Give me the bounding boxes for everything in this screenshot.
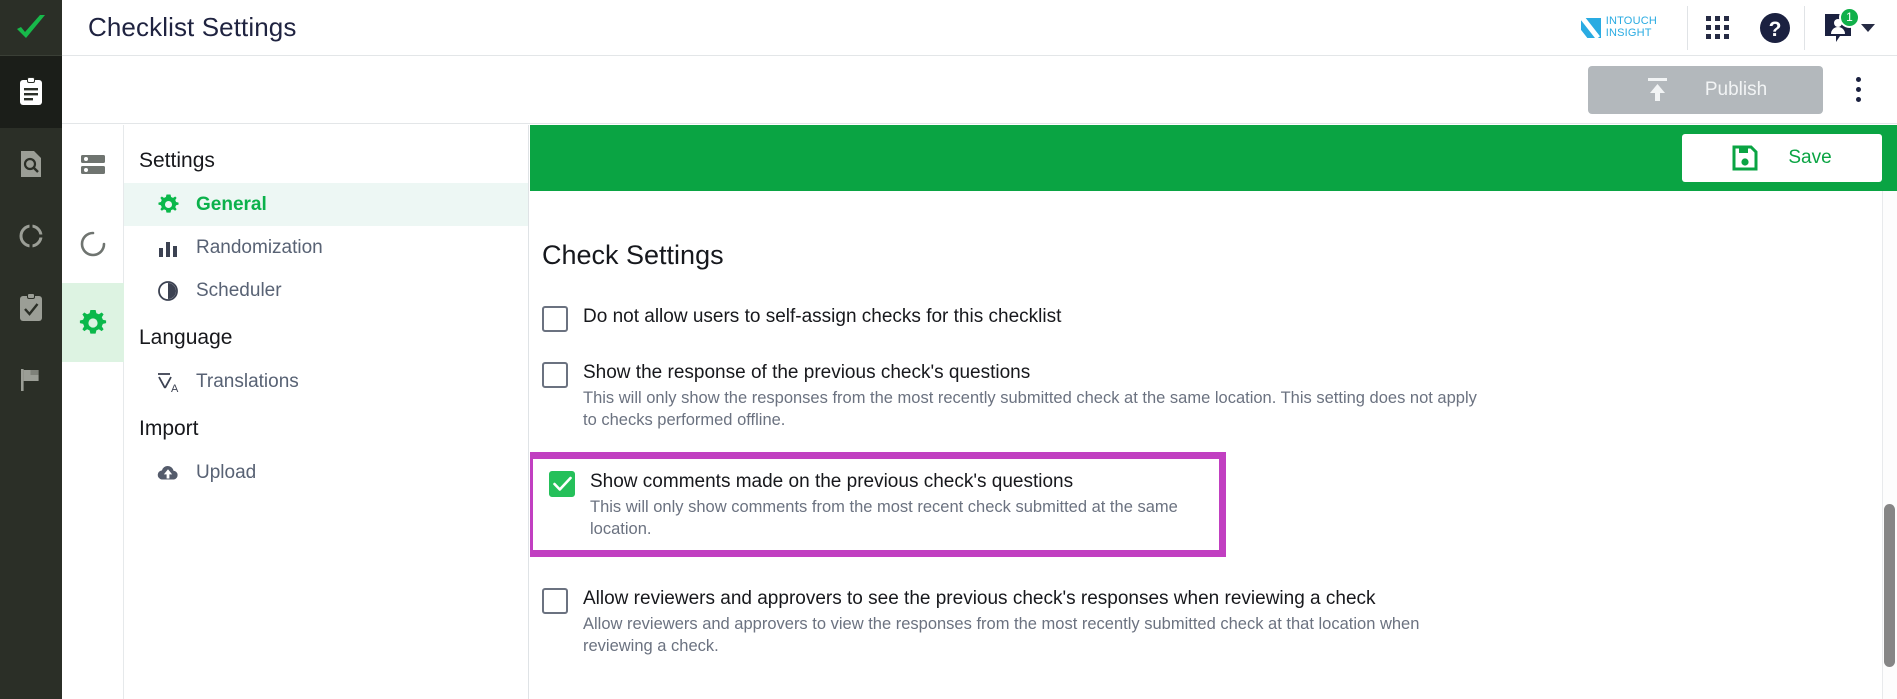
save-button[interactable]: Save (1682, 134, 1882, 182)
svg-text:A: A (171, 383, 179, 394)
app-root: Checklist Settings INTOUCH INSIGHT ? 1 P… (0, 0, 1897, 699)
donut-chart-icon (19, 224, 43, 248)
rail-item-flags[interactable] (0, 344, 62, 416)
settings-rail-item-workflow[interactable] (62, 204, 124, 283)
brand-logo: INTOUCH INSIGHT (1580, 15, 1687, 39)
option-label: Show the response of the previous check'… (583, 362, 1031, 383)
account-menu[interactable]: 1 (1805, 0, 1897, 56)
option-label: Do not allow users to self-assign checks… (583, 306, 1062, 327)
checkbox-self-assign[interactable] (542, 306, 568, 332)
option-row-show-previous-responses[interactable]: Show the response of the previous check'… (542, 353, 1897, 438)
sidebar-item-label: Randomization (196, 236, 323, 258)
settings-content: Check Settings Do not allow users to sel… (530, 191, 1897, 699)
action-bar: Publish (62, 56, 1897, 124)
sidebar-item-label: Upload (196, 461, 257, 483)
floppy-save-icon (1732, 145, 1758, 171)
settings-rail-item-settings[interactable] (62, 283, 124, 362)
sidebar-item-label: Translations (196, 370, 299, 392)
sidebar-item-label: General (196, 193, 267, 215)
brand-text: INTOUCH INSIGHT (1605, 15, 1657, 39)
settings-icon-rail (62, 125, 124, 699)
section-title: Check Settings (542, 240, 724, 270)
nav-group-title-settings: Settings (139, 149, 215, 172)
rail-item-reports[interactable] (0, 200, 62, 272)
translate-icon: A (156, 370, 180, 394)
checkmark-logo-icon (17, 14, 45, 38)
settings-rail-item-structure[interactable] (62, 125, 124, 204)
publish-button[interactable]: Publish (1588, 65, 1823, 114)
apps-grid-button[interactable] (1688, 0, 1746, 56)
header-actions: INTOUCH INSIGHT ? 1 (1580, 0, 1897, 56)
brand-line-2: INSIGHT (1605, 26, 1652, 39)
checkbox-show-previous-comments[interactable] (549, 471, 575, 497)
app-logo[interactable] (0, 0, 62, 56)
svg-text:?: ? (1769, 18, 1782, 41)
save-bar: Save (530, 125, 1897, 191)
page-title: Checklist Settings (88, 12, 297, 42)
content-scrollbar-thumb[interactable] (1884, 504, 1895, 667)
bar-chart-icon (156, 238, 180, 258)
rail-item-checklists[interactable] (0, 56, 62, 128)
primary-nav-rail (0, 0, 62, 699)
gear-icon (79, 309, 107, 334)
rail-item-list (0, 56, 62, 416)
cloud-upload-icon (156, 463, 180, 483)
option-label: Allow reviewers and approvers to see the… (583, 588, 1376, 609)
nav-group-title-import: Import (139, 417, 199, 440)
nav-group-title-language: Language (139, 326, 233, 349)
option-text: Do not allow users to self-assign checks… (583, 304, 1061, 329)
save-button-label: Save (1788, 147, 1832, 168)
option-label: Show comments made on the previous check… (590, 471, 1074, 492)
check-settings-section: Check Settings Do not allow users to sel… (530, 191, 1897, 664)
sidebar-item-label: Scheduler (196, 279, 282, 301)
sidebar-item-upload[interactable]: Upload (124, 451, 528, 494)
settings-nav-panel: Settings General Randomization Scheduler… (124, 125, 529, 699)
rail-item-completed-checks[interactable] (0, 272, 62, 344)
sidebar-item-general[interactable]: General (124, 183, 528, 226)
option-text: Show the response of the previous check'… (583, 360, 1483, 431)
option-row-show-previous-comments[interactable]: Show comments made on the previous check… (530, 452, 1226, 557)
option-row-reviewers-see-previous[interactable]: Allow reviewers and approvers to see the… (542, 579, 1897, 664)
brand-line-1: INTOUCH (1605, 15, 1657, 27)
rail-item-search-documents[interactable] (0, 128, 62, 200)
help-circle-icon: ? (1760, 12, 1790, 43)
option-description: Allow reviewers and approvers to view th… (583, 615, 1420, 655)
more-options-button[interactable] (1831, 62, 1885, 118)
option-text: Allow reviewers and approvers to see the… (583, 586, 1483, 657)
clock-icon (156, 280, 180, 302)
clipboard-icon (20, 77, 42, 105)
publish-upload-icon (1647, 77, 1667, 101)
list-panel-icon (81, 154, 105, 174)
brand-mark-icon (1580, 17, 1601, 38)
option-description: This will only show the responses from t… (583, 389, 1477, 429)
chevron-down-icon (1861, 23, 1875, 32)
app-header: Checklist Settings INTOUCH INSIGHT ? 1 (62, 0, 1897, 56)
checkbox-show-previous-responses[interactable] (542, 362, 568, 388)
clipboard-check-icon (20, 293, 42, 321)
option-row-self-assign[interactable]: Do not allow users to self-assign checks… (542, 297, 1897, 339)
option-description: This will only show comments from the mo… (590, 498, 1178, 538)
checkmark-icon (552, 476, 572, 491)
checkbox-reviewers-see-previous[interactable] (542, 588, 568, 614)
sidebar-item-randomization[interactable]: Randomization (124, 226, 528, 269)
refresh-circle-icon (80, 231, 106, 256)
apps-grid-icon (1705, 16, 1729, 39)
content-scrollbar-track[interactable] (1882, 191, 1897, 699)
flag-icon (21, 369, 39, 391)
option-text: Show comments made on the previous check… (590, 469, 1219, 540)
gear-icon (156, 193, 180, 216)
publish-button-label: Publish (1704, 78, 1768, 100)
account-notification-badge: 1 (1839, 6, 1860, 28)
sidebar-item-scheduler[interactable]: Scheduler (124, 269, 528, 312)
sidebar-item-translations[interactable]: A Translations (124, 360, 528, 403)
document-search-icon (21, 151, 41, 177)
help-button[interactable]: ? (1746, 0, 1804, 56)
